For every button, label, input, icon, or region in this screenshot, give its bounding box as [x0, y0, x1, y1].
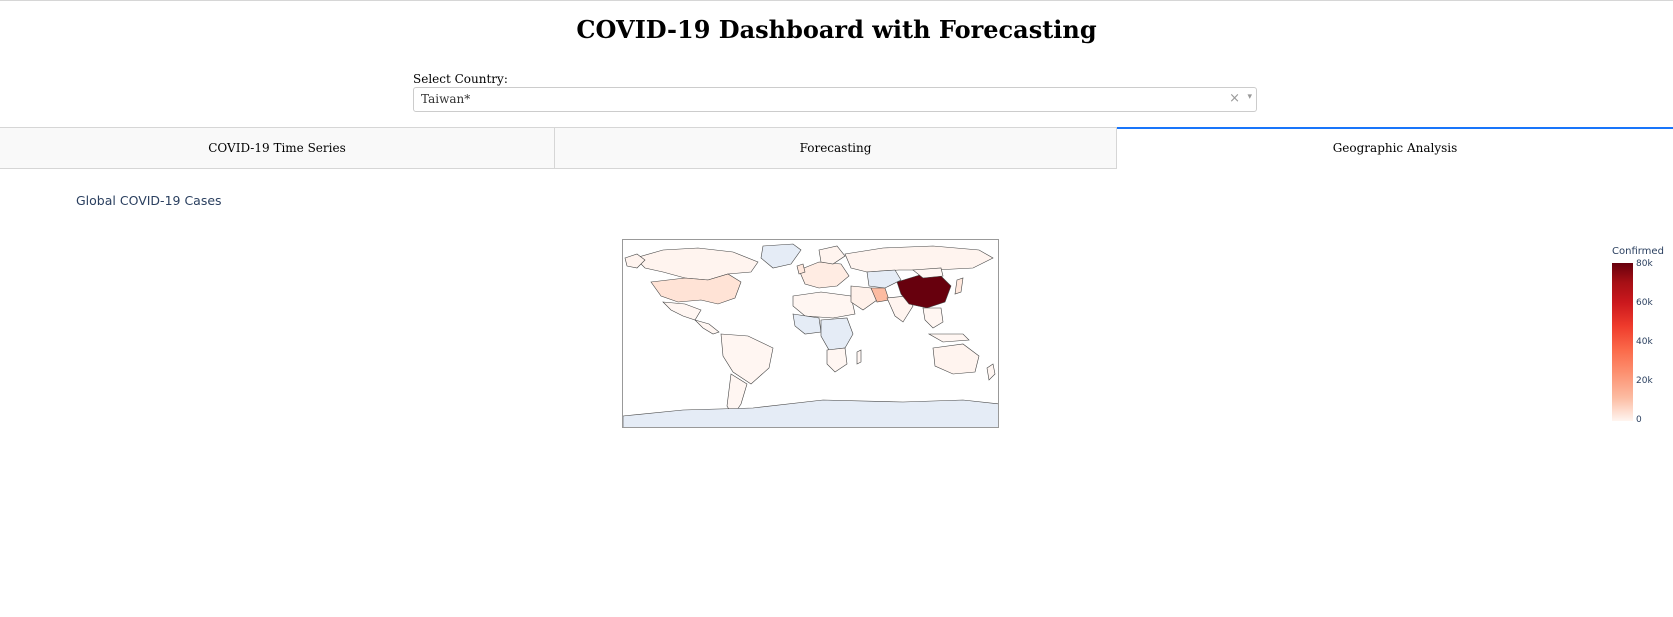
tab-bar: COVID-19 Time Series Forecasting Geograp…	[0, 127, 1673, 169]
colorbar-tick: 0	[1636, 415, 1642, 425]
tab-forecasting[interactable]: Forecasting	[555, 127, 1117, 169]
colorbar-tick: 80k	[1636, 259, 1653, 269]
world-map-svg	[623, 240, 998, 427]
map-country-north-africa	[792, 291, 856, 319]
colorbar-tick: 40k	[1636, 337, 1653, 347]
map-title: Global COVID-19 Cases	[76, 193, 222, 208]
colorbar	[1612, 263, 1633, 421]
chevron-down-icon[interactable]: ▾	[1247, 92, 1252, 102]
country-select-label: Select Country:	[413, 72, 508, 86]
colorbar-tick: 20k	[1636, 376, 1653, 386]
country-dropdown-value: Taiwan*	[421, 92, 471, 106]
world-choropleth-map[interactable]	[622, 239, 999, 428]
tab-time-series[interactable]: COVID-19 Time Series	[0, 127, 555, 169]
colorbar-title: Confirmed	[1612, 246, 1664, 257]
colorbar-tick: 60k	[1636, 298, 1653, 308]
tab-geographic-analysis[interactable]: Geographic Analysis	[1117, 127, 1673, 169]
country-dropdown[interactable]: Taiwan* × ▾	[413, 87, 1257, 112]
page-title: COVID-19 Dashboard with Forecasting	[576, 15, 1097, 44]
clear-icon[interactable]: ×	[1229, 91, 1240, 106]
map-country-madagascar	[856, 349, 862, 365]
